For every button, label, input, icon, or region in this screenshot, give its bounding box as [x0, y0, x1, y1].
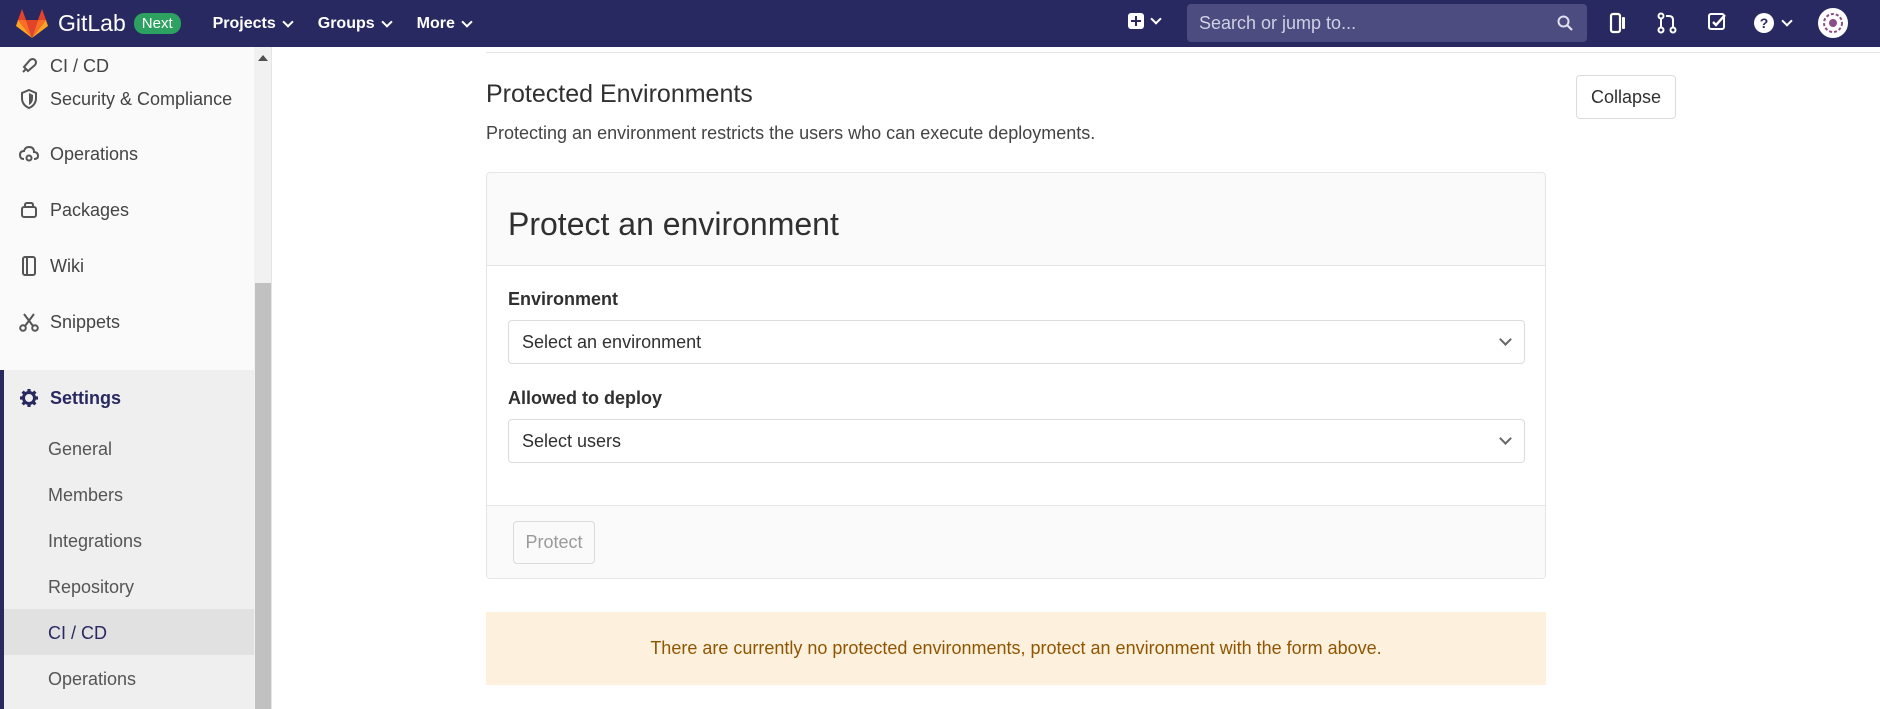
- issues-icon: [1609, 12, 1625, 34]
- avatar-identicon: [1821, 11, 1845, 35]
- gear-icon: [18, 387, 40, 409]
- sidebar-subitem-general[interactable]: General: [48, 439, 112, 460]
- todos-button[interactable]: [1707, 12, 1727, 32]
- sidebar-item-operations[interactable]: Operations: [0, 139, 254, 169]
- protect-environment-card: Protect an environment Environment Selec…: [486, 172, 1546, 579]
- nav-more[interactable]: More: [416, 14, 473, 33]
- environment-label: Environment: [508, 289, 619, 309]
- chevron-down-icon: [461, 15, 473, 28]
- nav-groups[interactable]: Groups: [317, 14, 393, 33]
- settings-active-bar: [0, 370, 4, 709]
- plus-square-icon: [1128, 13, 1144, 29]
- sidebar-subitem-ci-cd[interactable]: CI / CD: [48, 623, 107, 644]
- merge-requests-button[interactable]: [1656, 12, 1678, 34]
- issues-button[interactable]: [1609, 12, 1627, 34]
- divider: [486, 52, 1880, 53]
- environment-select[interactable]: Select an environment: [508, 320, 1525, 364]
- book-icon: [18, 255, 40, 277]
- card-header: Protect an environment: [487, 173, 1545, 266]
- main-content: Protected Environments Protecting an env…: [273, 47, 1880, 709]
- sidebar-scrollbar-thumb[interactable]: [255, 283, 271, 709]
- card-title: Protect an environment: [508, 206, 839, 242]
- next-badge: Next: [133, 13, 181, 34]
- gitlab-logo[interactable]: GitLab Next: [16, 0, 181, 47]
- package-icon: [18, 199, 40, 221]
- todo-icon: [1708, 13, 1726, 30]
- sidebar-item-snippets[interactable]: Snippets: [0, 307, 254, 337]
- search-icon: [1557, 15, 1573, 31]
- sidebar: CI / CD Security & Compliance Operations…: [0, 47, 272, 709]
- allowed-to-deploy-select[interactable]: Select users: [508, 419, 1525, 463]
- brand-name: GitLab: [58, 10, 126, 36]
- active-subitem-highlight: [4, 609, 254, 655]
- chevron-down-icon: [1781, 15, 1793, 27]
- environment-select-value: Select an environment: [522, 331, 702, 352]
- nav-groups-label: Groups: [317, 14, 375, 32]
- sidebar-item-label: Operations: [50, 143, 139, 164]
- sidebar-item-security-compliance[interactable]: Security & Compliance: [0, 84, 254, 114]
- search-input[interactable]: [1199, 12, 1539, 34]
- top-navbar: GitLab Next Projects Groups More Search …: [0, 0, 1880, 47]
- shield-icon: [18, 88, 40, 110]
- sidebar-item-ci-cd[interactable]: CI / CD: [0, 51, 254, 81]
- chevron-down-icon: [1499, 432, 1512, 445]
- nav-more-label: More: [416, 14, 455, 32]
- chevron-down-icon: [380, 15, 393, 28]
- sidebar-item-packages[interactable]: Packages: [0, 195, 254, 225]
- settings-submenu: [0, 426, 254, 709]
- sidebar-subitem-operations[interactable]: Operations: [48, 669, 136, 690]
- sidebar-item-wiki[interactable]: Wiki: [0, 251, 254, 281]
- cloud-gear-icon: [18, 143, 40, 165]
- chevron-down-icon: [1150, 13, 1162, 25]
- scroll-up-arrow-icon[interactable]: [258, 55, 268, 61]
- svg-text:?: ?: [1760, 15, 1769, 31]
- chevron-down-icon: [282, 15, 294, 28]
- sidebar-item-settings[interactable]: Settings: [0, 370, 254, 426]
- sidebar-subitem-members[interactable]: Members: [48, 485, 123, 506]
- chevron-down-icon: [1499, 333, 1512, 346]
- no-protected-environments-alert: There are currently no protected environ…: [486, 612, 1546, 685]
- sidebar-item-label: Wiki: [50, 255, 84, 276]
- rocket-icon: [18, 55, 40, 77]
- section-description: Protecting an environment restricts the …: [486, 123, 1096, 143]
- merge-request-icon: [1657, 12, 1677, 34]
- nav-projects[interactable]: Projects: [212, 14, 294, 33]
- nav-menu: Projects Groups More: [213, 15, 497, 33]
- protect-button[interactable]: Protect: [513, 521, 595, 564]
- sidebar-item-label: Settings: [50, 387, 122, 408]
- search-box[interactable]: [1187, 4, 1587, 42]
- allowed-to-deploy-label: Allowed to deploy: [508, 388, 663, 408]
- new-dropdown-button[interactable]: [1128, 13, 1162, 29]
- sidebar-item-label: Snippets: [50, 311, 121, 332]
- sidebar-item-label: CI / CD: [50, 55, 110, 76]
- user-avatar[interactable]: [1818, 8, 1848, 38]
- collapse-button[interactable]: Collapse: [1576, 75, 1676, 119]
- sidebar-item-label: Security & Compliance: [50, 88, 233, 109]
- section-title: Protected Environments: [486, 80, 753, 108]
- sidebar-item-label: Packages: [50, 199, 130, 220]
- users-select-value: Select users: [522, 430, 622, 451]
- scissors-icon: [18, 311, 40, 333]
- sidebar-subitem-integrations[interactable]: Integrations: [48, 531, 142, 552]
- help-button[interactable]: ?: [1753, 12, 1793, 34]
- nav-projects-label: Projects: [212, 14, 276, 32]
- sidebar-subitem-repository[interactable]: Repository: [48, 577, 134, 598]
- tanuki-icon: [16, 8, 48, 38]
- help-icon: ?: [1754, 13, 1774, 33]
- card-footer: Protect: [487, 505, 1545, 578]
